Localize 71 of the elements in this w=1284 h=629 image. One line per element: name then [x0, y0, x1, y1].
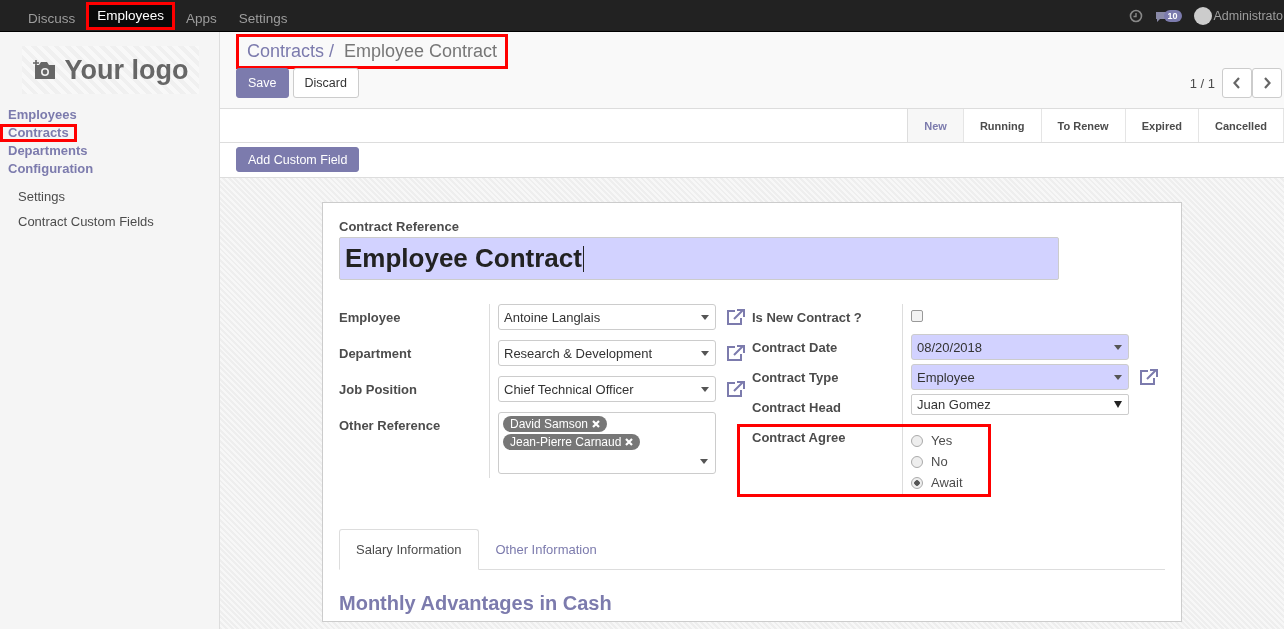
dropdown-field[interactable]: Employee	[911, 364, 1129, 390]
caret-icon	[701, 386, 709, 392]
dropdown-field[interactable]: Juan Gomez	[911, 394, 1129, 415]
dropdown-field[interactable]: Antoine Langlais	[498, 304, 716, 330]
sidebar-item[interactable]: Employees	[0, 106, 219, 124]
tag: Jean-Pierre Carnaud	[503, 434, 641, 450]
field-label: Job Position	[339, 381, 418, 399]
menu-item[interactable]: Discuss	[17, 1, 87, 30]
breadcrumb-current: Employee Contract	[344, 41, 498, 62]
field-label: Contract Agree	[752, 429, 847, 447]
external-link-icon[interactable]	[726, 308, 746, 326]
caret-icon	[1114, 401, 1122, 408]
radio-label: Await	[931, 475, 963, 490]
field-label: Department	[339, 345, 413, 363]
dropdown-field[interactable]: 08/20/2018	[911, 334, 1129, 360]
logo-text: Your logo	[64, 54, 189, 86]
dropdown-field[interactable]: Chief Technical Officer	[498, 376, 716, 402]
previous-button[interactable]	[1222, 68, 1252, 98]
field-label: Contract Reference	[339, 219, 460, 234]
add-custom-field-button[interactable]: Add Custom Field	[236, 147, 360, 172]
radio-label: Yes	[931, 433, 953, 448]
reference-input[interactable]: Employee Contract	[339, 237, 1059, 280]
field-label: Contract Head	[752, 399, 842, 417]
radio-button[interactable]	[911, 434, 923, 447]
menu-item[interactable]: Employees	[86, 1, 176, 30]
chevron-right-icon	[1263, 77, 1271, 89]
pager-value: 1 / 1	[1189, 75, 1215, 91]
menu-item[interactable]: Apps	[175, 1, 228, 30]
caret-icon	[701, 314, 709, 320]
remove-icon[interactable]	[625, 438, 634, 446]
caret-icon	[701, 350, 709, 356]
radio-label: No	[931, 454, 948, 469]
caret-icon	[1114, 374, 1122, 380]
checkbox[interactable]	[911, 310, 923, 322]
avatar[interactable]	[1193, 6, 1212, 25]
dropdown-field[interactable]: Research & Development	[498, 340, 716, 366]
sidebar-item[interactable]: Settings	[0, 184, 219, 209]
clock-icon	[1128, 8, 1143, 23]
radio-button[interactable]	[911, 476, 923, 489]
section-title: Monthly Advantages in Cash	[339, 592, 613, 615]
external-link-icon[interactable]	[1139, 368, 1159, 386]
external-link-icon[interactable]	[726, 344, 746, 362]
status-stage[interactable]: New	[908, 109, 964, 142]
discard-button[interactable]: Discard	[292, 68, 359, 98]
caret-icon	[1114, 344, 1122, 350]
field-label: Contract Date	[752, 339, 839, 357]
field-label: Employee	[339, 309, 402, 327]
remove-icon[interactable]	[592, 420, 601, 428]
field-label: Is New Contract ?	[752, 309, 863, 327]
sidebar-item[interactable]: Contract Custom Fields	[0, 209, 219, 234]
next-button[interactable]	[1252, 68, 1282, 98]
message-count-badge: 10	[1163, 9, 1182, 22]
field-label: Other Reference	[339, 417, 442, 435]
tab[interactable]: Other Information	[478, 529, 614, 570]
menu-item[interactable]: Settings	[227, 1, 299, 30]
radio-button[interactable]	[911, 455, 923, 468]
field-label: Contract Type	[752, 369, 840, 387]
breadcrumb-link[interactable]: Contracts /	[247, 41, 335, 62]
caret-icon	[700, 459, 708, 464]
chevron-left-icon	[1233, 77, 1241, 89]
sidebar-item[interactable]: Contracts	[0, 124, 77, 142]
sidebar-item[interactable]: Departments	[0, 142, 219, 160]
tab[interactable]: Salary Information	[339, 529, 479, 570]
user-name[interactable]: Administrato	[1213, 8, 1283, 23]
chat-icon	[1154, 9, 1167, 22]
tags-field[interactable]: David Samson Jean-Pierre Carnaud	[498, 412, 716, 474]
save-button[interactable]: Save	[236, 68, 289, 98]
sidebar-item[interactable]: Configuration	[0, 160, 219, 178]
external-link-icon[interactable]	[726, 380, 746, 398]
tag: David Samson	[503, 416, 608, 432]
camera-icon	[32, 60, 57, 80]
